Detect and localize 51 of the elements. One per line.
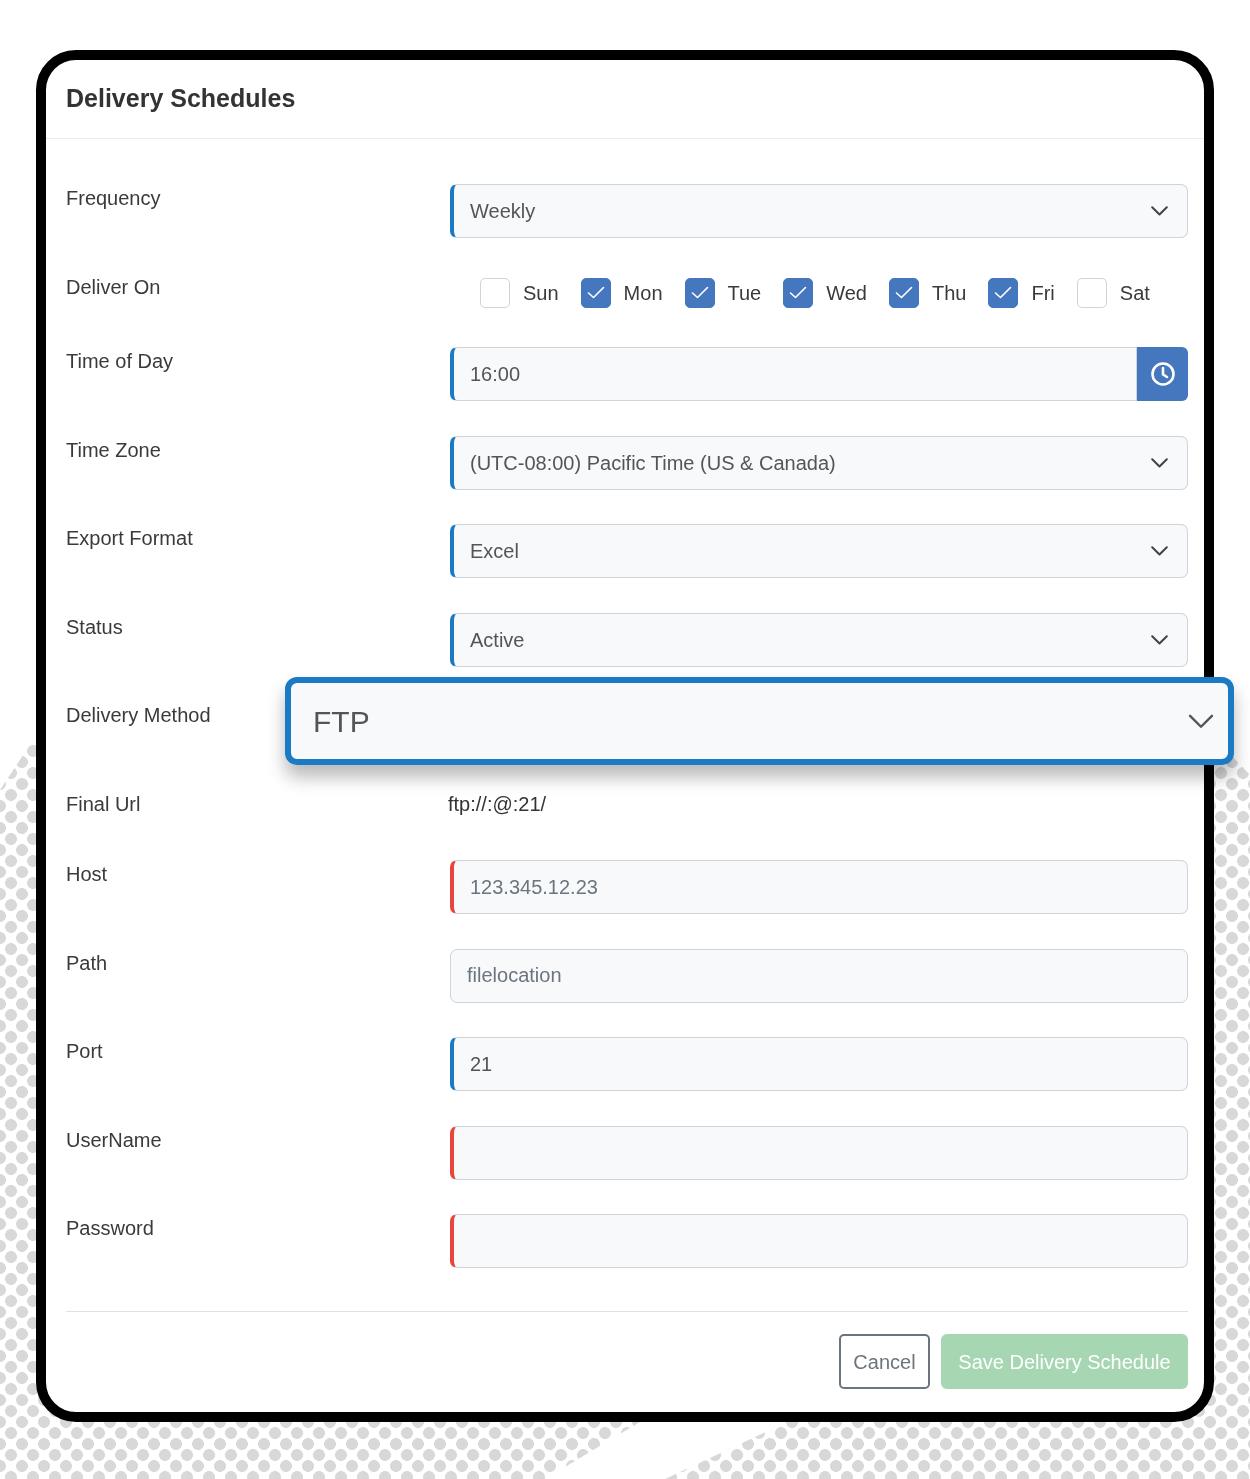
check-icon <box>895 286 913 299</box>
checkbox[interactable] <box>889 277 919 308</box>
field-label: Final Url <box>66 791 141 816</box>
clock-button[interactable] <box>1137 347 1188 401</box>
checkbox-label[interactable]: Sat <box>1119 280 1150 305</box>
check-icon <box>586 286 605 299</box>
text-field[interactable]: filelocation <box>450 948 1188 1003</box>
checkbox-label[interactable]: Fri <box>1031 280 1055 305</box>
clock-icon <box>1149 361 1176 387</box>
field-label: Host <box>66 862 108 886</box>
checkbox-label[interactable]: Mon <box>623 280 663 305</box>
dialog-title: Delivery Schedules <box>66 83 296 115</box>
chevron-down-icon <box>1151 546 1168 556</box>
cancel-button[interactable]: Cancel <box>839 1334 930 1389</box>
field-label: Time Zone <box>66 437 161 462</box>
chevron-down-icon <box>1188 713 1214 729</box>
field-label: UserName <box>66 1127 162 1152</box>
dropdown-field[interactable]: (UTC-08:00) Pacific Time (US & Canada) <box>450 435 1188 490</box>
chevron-down-icon <box>1151 457 1168 468</box>
field-label: Export Format <box>66 526 193 550</box>
time-field[interactable]: 16:00 <box>450 347 1137 401</box>
checkbox-label[interactable]: Wed <box>826 280 867 305</box>
checkbox[interactable] <box>580 277 611 308</box>
text-field[interactable]: 123.345.12.23 <box>450 860 1188 914</box>
dropdown-field[interactable]: Active <box>450 612 1188 667</box>
chevron-down-icon <box>1151 634 1168 645</box>
check-icon <box>994 286 1013 299</box>
text-field[interactable] <box>450 1214 1188 1268</box>
text-field[interactable]: 21 <box>450 1037 1188 1091</box>
field-label: Delivery Method <box>66 703 211 727</box>
checkbox[interactable] <box>684 277 715 308</box>
dropdown-field[interactable]: Excel <box>450 524 1188 578</box>
checkbox[interactable] <box>988 277 1019 308</box>
text-field[interactable] <box>450 1125 1188 1180</box>
field-label: Status <box>66 614 123 639</box>
check-icon <box>690 286 709 299</box>
dropdown-field[interactable]: Weekly <box>450 184 1188 238</box>
checkbox-label[interactable]: Thu <box>932 280 967 305</box>
checkbox-label[interactable]: Tue <box>727 280 762 305</box>
field-label: Port <box>66 1039 103 1063</box>
checkbox[interactable] <box>783 277 814 308</box>
field-label: Frequency <box>66 186 161 210</box>
field-label: Password <box>66 1216 154 1240</box>
chevron-down-icon <box>1151 206 1168 216</box>
field-label: Deliver On <box>66 274 161 299</box>
field-label: Path <box>66 950 108 975</box>
url-text: ftp://:@:21/ <box>448 791 547 816</box>
field-label: Time of Day <box>66 349 174 373</box>
dropdown-field[interactable]: FTP <box>285 677 1234 765</box>
check-icon <box>789 286 808 299</box>
checkbox-label[interactable]: Sun <box>523 280 559 305</box>
